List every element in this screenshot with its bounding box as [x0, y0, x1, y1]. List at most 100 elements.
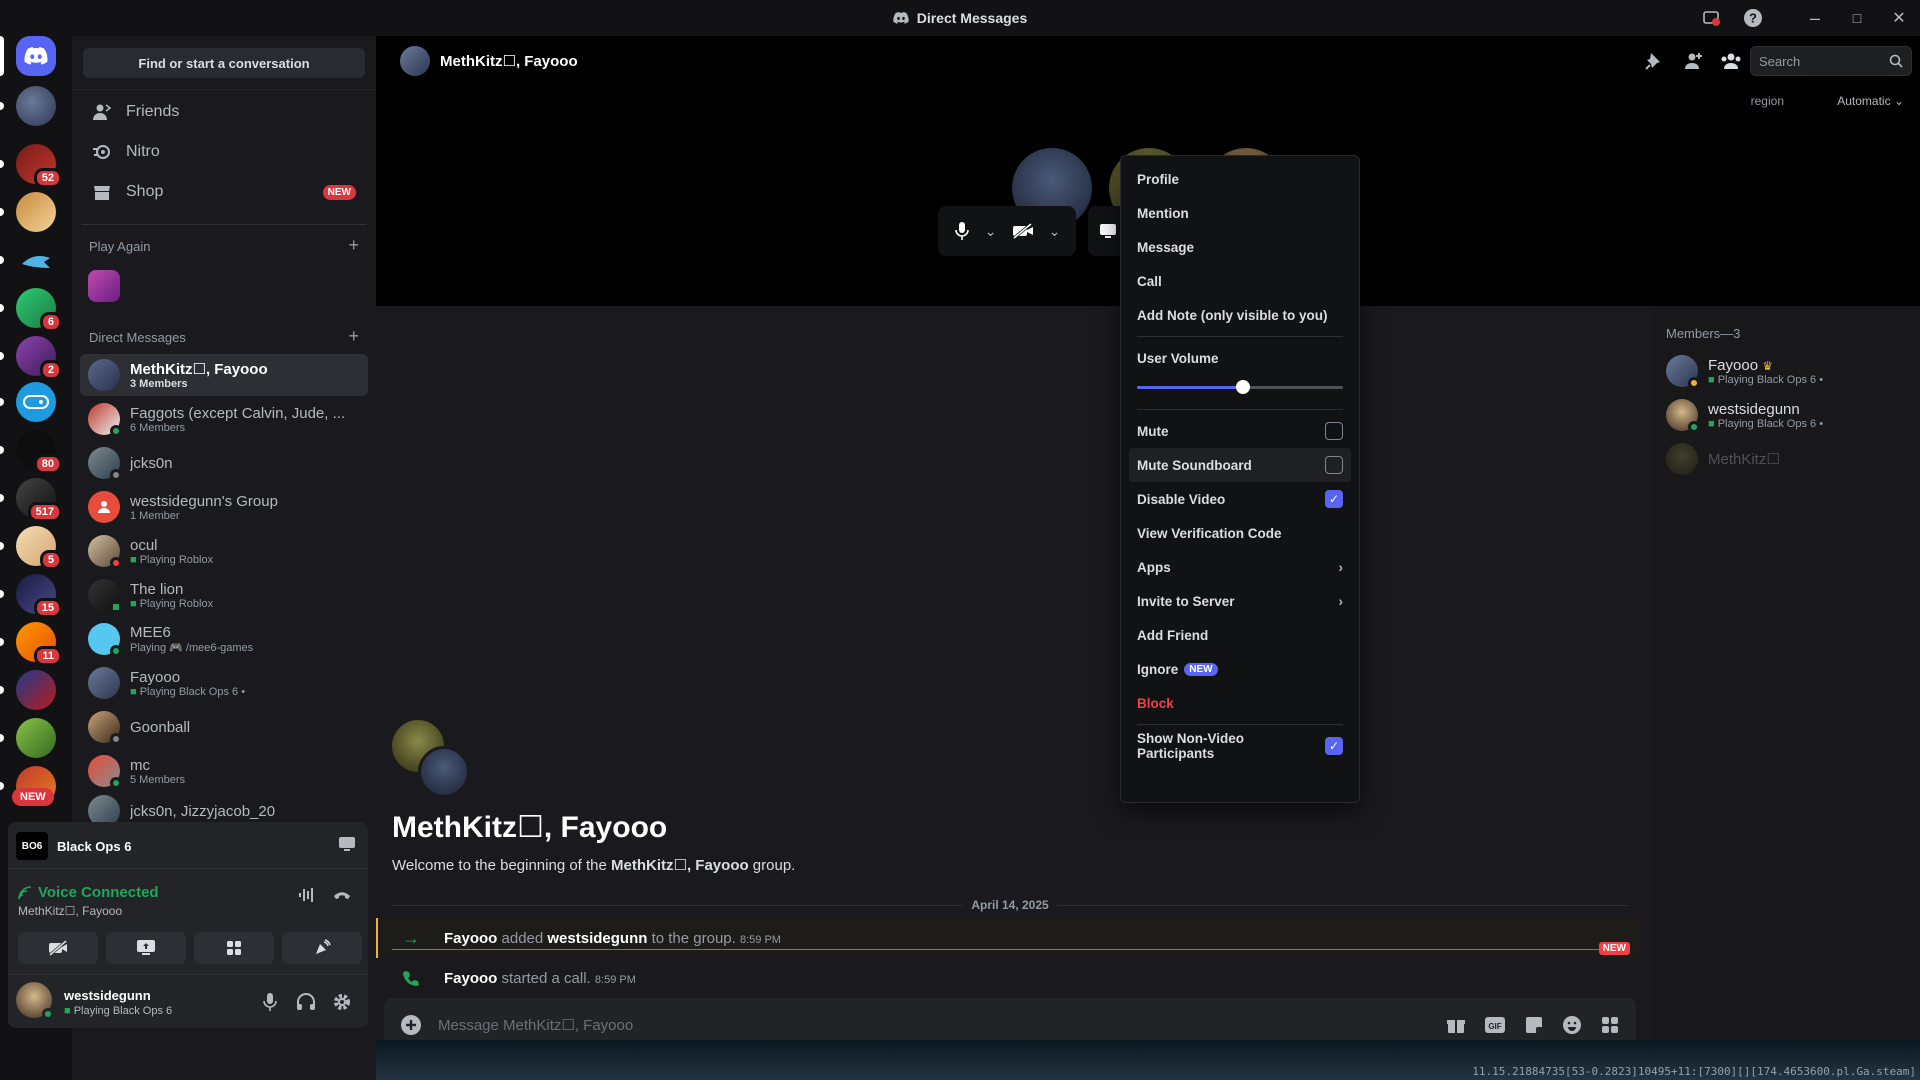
menu-item-add-friend[interactable]: Add Friend: [1129, 618, 1351, 652]
apps-icon[interactable]: [1600, 1015, 1620, 1035]
dm-item[interactable]: MethKitz☐, Fayooo 3 Members: [80, 354, 368, 396]
new-messages-line: [392, 949, 1628, 950]
user-avatar[interactable]: [16, 982, 54, 1020]
help-button[interactable]: ?: [1732, 0, 1774, 36]
emoji-icon[interactable]: [1562, 1015, 1582, 1035]
menu-item-mention[interactable]: Mention: [1129, 196, 1351, 230]
pinned-button[interactable]: [1644, 51, 1664, 76]
home-button[interactable]: [0, 36, 56, 76]
server-icon[interactable]: [0, 192, 56, 232]
system-message[interactable]: → Fayooo added westsidegunn to the group…: [376, 918, 1642, 958]
dm-item[interactable]: Goonball: [80, 706, 368, 748]
region-select[interactable]: Automatic ⌄: [1837, 94, 1904, 108]
camera-button[interactable]: [18, 932, 98, 964]
menu-item-message[interactable]: Message: [1129, 230, 1351, 264]
show-non-video-checkbox[interactable]: ✓: [1325, 737, 1343, 755]
activity-stream-button[interactable]: [338, 836, 356, 857]
server-icon[interactable]: 5: [0, 526, 62, 570]
menu-item-show-non-video[interactable]: Show Non-Video Participants ✓: [1129, 729, 1351, 763]
voice-status[interactable]: Voice Connected: [18, 884, 159, 901]
activities-button[interactable]: [194, 932, 274, 964]
nav-shop[interactable]: Shop NEW: [80, 174, 368, 210]
server-icon[interactable]: [0, 718, 56, 758]
play-again-label: Play Again: [89, 239, 151, 254]
nav-nitro[interactable]: Nitro: [80, 134, 368, 170]
share-screen-button[interactable]: [106, 932, 186, 964]
dm-item[interactable]: mc 5 Members: [80, 750, 368, 792]
user-settings-button[interactable]: [332, 992, 352, 1017]
server-icon[interactable]: 517: [0, 478, 62, 522]
server-icon[interactable]: [0, 670, 56, 710]
member-item[interactable]: MethKitz☐: [1660, 438, 1910, 480]
noise-suppression-button[interactable]: [298, 886, 316, 909]
sticker-icon[interactable]: [1524, 1015, 1544, 1035]
maximize-button[interactable]: □: [1836, 0, 1878, 36]
message-input[interactable]: Message MethKitz☐, Fayooo: [438, 1016, 1446, 1034]
menu-item-call[interactable]: Call: [1129, 264, 1351, 298]
dm-item[interactable]: MEE6 Playing 🎮 /mee6-games: [80, 618, 368, 660]
mute-checkbox[interactable]: [1325, 422, 1343, 440]
chevron-down-icon[interactable]: ⌄: [985, 223, 997, 240]
deafen-button[interactable]: [296, 992, 316, 1017]
dm-item[interactable]: westsidegunn's Group 1 Member: [80, 486, 368, 528]
add-attachment-icon[interactable]: [400, 1014, 422, 1036]
search-input[interactable]: Search: [1759, 54, 1889, 69]
soundboard-button[interactable]: [282, 932, 362, 964]
disable-video-checkbox[interactable]: ✓: [1325, 490, 1343, 508]
server-icon[interactable]: [0, 240, 56, 280]
menu-item-mute-soundboard[interactable]: Mute Soundboard: [1129, 448, 1351, 482]
nav-friends[interactable]: Friends: [80, 94, 368, 130]
close-window-button[interactable]: ✕: [1878, 0, 1920, 36]
menu-item-profile[interactable]: Profile: [1129, 162, 1351, 196]
plus-icon[interactable]: +: [348, 236, 359, 254]
menu-item-block[interactable]: Block: [1129, 686, 1351, 720]
volume-knob[interactable]: [1236, 380, 1251, 394]
minimize-button[interactable]: –: [1794, 0, 1836, 36]
server-icon[interactable]: 80: [0, 430, 62, 474]
chevron-down-icon[interactable]: ⌄: [1049, 223, 1061, 240]
inbox-button[interactable]: [1690, 0, 1732, 36]
gif-icon[interactable]: GIF: [1484, 1016, 1506, 1034]
dm-item[interactable]: Fayooo ■ Playing Black Ops 6 •: [80, 662, 368, 704]
add-user-icon: [1683, 51, 1703, 71]
member-item[interactable]: Fayooo ♛ ■ Playing Black Ops 6 •: [1660, 350, 1910, 392]
mute-mic-button[interactable]: [262, 992, 278, 1017]
menu-item-add-note[interactable]: Add Note (only visible to you): [1129, 298, 1351, 332]
dm-item[interactable]: ocul ■ Playing Roblox: [80, 530, 368, 572]
server-icon[interactable]: 52: [0, 144, 62, 188]
dm-item[interactable]: jcks0n: [80, 442, 368, 484]
disconnect-button[interactable]: [332, 886, 352, 909]
dm-item[interactable]: The lion ■ Playing Roblox: [80, 574, 368, 616]
member-item[interactable]: westsidegunn ■ Playing Black Ops 6 •: [1660, 394, 1910, 436]
new-servers-badge[interactable]: NEW: [12, 788, 54, 806]
channel-title[interactable]: MethKitz☐, Fayooo: [440, 52, 578, 70]
server-icon[interactable]: [0, 382, 56, 422]
voice-channel-name[interactable]: MethKitz☐, Fayooo: [18, 904, 122, 918]
video-off-icon[interactable]: [1012, 223, 1034, 239]
add-friends-to-dm-button[interactable]: [1683, 51, 1703, 76]
menu-item-view-verification[interactable]: View Verification Code: [1129, 516, 1351, 550]
menu-item-invite[interactable]: Invite to Server ›: [1129, 584, 1351, 618]
server-icon[interactable]: 6: [0, 288, 62, 332]
menu-item-mute[interactable]: Mute: [1129, 414, 1351, 448]
gift-icon[interactable]: [1446, 1015, 1466, 1035]
dm-item[interactable]: Faggots (except Calvin, Jude, ... 6 Membe…: [80, 398, 368, 440]
server-icon[interactable]: 11: [0, 622, 62, 666]
nitro-icon: [92, 142, 112, 162]
menu-item-ignore[interactable]: Ignore NEW: [1129, 652, 1351, 686]
mute-soundboard-checkbox[interactable]: [1325, 456, 1343, 474]
menu-item-apps[interactable]: Apps ›: [1129, 550, 1351, 584]
recent-game-icon[interactable]: [88, 270, 120, 302]
server-icon[interactable]: [0, 86, 56, 126]
user-volume-slider[interactable]: [1137, 375, 1343, 399]
title-bar: Direct Messages ? – □ ✕: [0, 0, 1920, 36]
menu-item-disable-video[interactable]: Disable Video ✓: [1129, 482, 1351, 516]
search-bar[interactable]: Search: [1750, 46, 1912, 76]
member-list-button[interactable]: [1720, 51, 1742, 76]
create-dm-plus-icon[interactable]: +: [348, 327, 359, 345]
server-icon[interactable]: 2: [0, 336, 62, 380]
find-conversation-button[interactable]: Find or start a conversation: [83, 48, 365, 78]
server-icon[interactable]: 15: [0, 574, 62, 618]
system-message[interactable]: Fayooo started a call. 8:59 PM: [376, 960, 1642, 996]
microphone-button[interactable]: [954, 221, 970, 241]
